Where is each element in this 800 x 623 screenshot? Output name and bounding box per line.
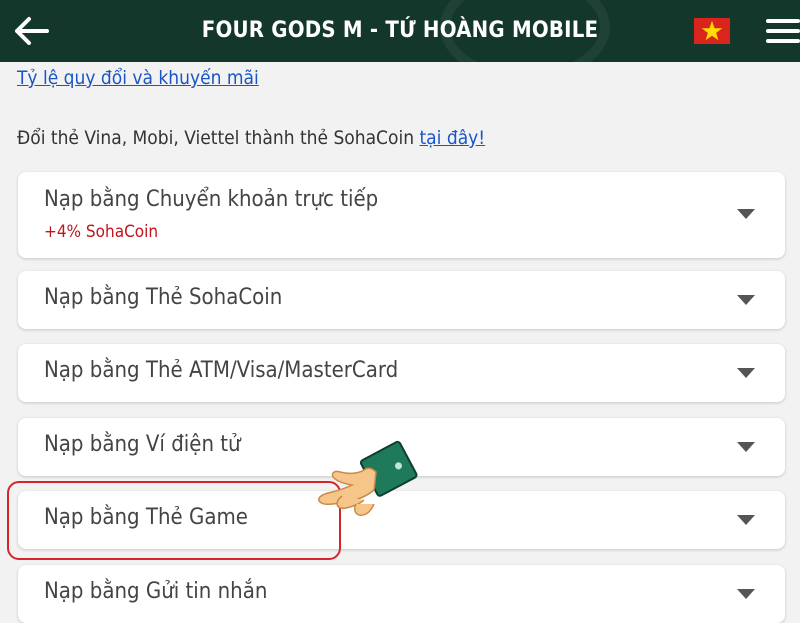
language-flag-button[interactable] — [694, 18, 730, 44]
option-label: Nạp bằng Gửi tin nhắn — [44, 579, 268, 604]
option-bank-transfer[interactable]: Nạp bằng Chuyển khoản trực tiếp +4% Soha… — [18, 172, 785, 258]
option-label: Nạp bằng Thẻ SohaCoin — [44, 285, 283, 310]
option-atm-visa-mastercard[interactable]: Nạp bằng Thẻ ATM/Visa/MasterCard — [18, 344, 785, 402]
exchange-info: Đổi thẻ Vina, Mobi, Viettel thành thẻ So… — [17, 127, 485, 149]
option-sohacoin-card[interactable]: Nạp bằng Thẻ SohaCoin — [18, 271, 785, 329]
option-sms[interactable]: Nạp bằng Gửi tin nhắn — [18, 565, 785, 623]
page-title: FOUR GODS M - TỨ HOÀNG MOBILE — [201, 18, 599, 43]
pointing-hand-icon — [318, 440, 418, 516]
chevron-down-icon — [737, 589, 755, 599]
vietnam-flag-icon — [701, 21, 723, 41]
option-label: Nạp bằng Thẻ ATM/Visa/MasterCard — [44, 358, 399, 383]
chevron-down-icon — [737, 295, 755, 305]
chevron-down-icon — [737, 442, 755, 452]
option-label: Nạp bằng Ví điện tử — [44, 432, 241, 457]
app-header: FOUR GODS M - TỨ HOÀNG MOBILE — [0, 0, 800, 62]
chevron-down-icon — [737, 209, 755, 219]
hamburger-menu-icon[interactable] — [766, 19, 800, 45]
exchange-text: Đổi thẻ Vina, Mobi, Viettel thành thẻ So… — [17, 127, 415, 149]
bonus-label: +4% SohaCoin — [44, 222, 159, 242]
rate-promo-link[interactable]: Tỷ lệ quy đổi và khuyến mãi — [17, 67, 259, 89]
chevron-down-icon — [737, 368, 755, 378]
option-label: Nạp bằng Thẻ Game — [44, 505, 248, 530]
option-label: Nạp bằng Chuyển khoản trực tiếp — [44, 187, 379, 212]
exchange-here-link[interactable]: tại đây! — [419, 127, 485, 149]
chevron-down-icon — [737, 515, 755, 525]
